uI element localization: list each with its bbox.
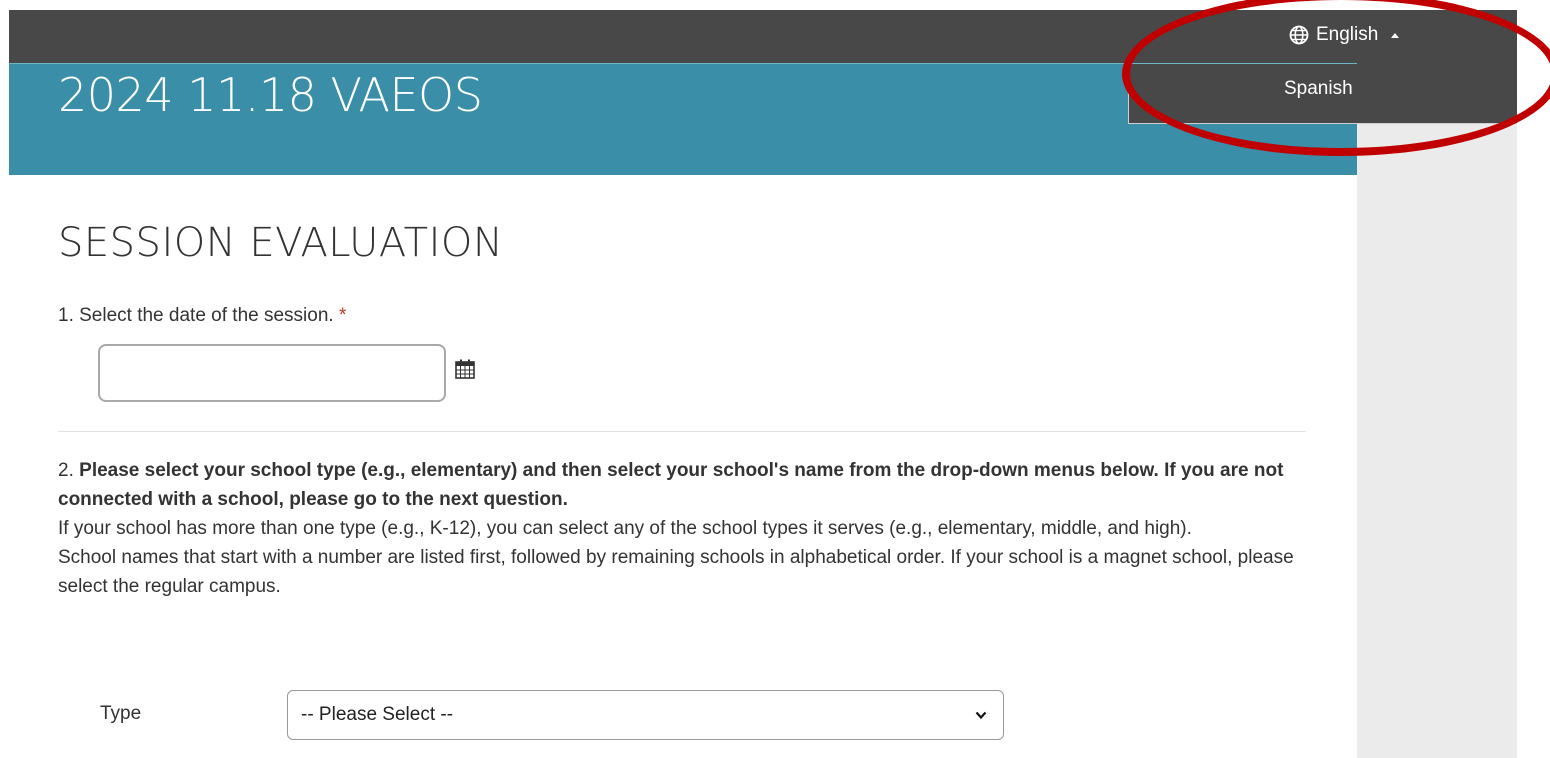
caret-up-icon [1391, 32, 1400, 38]
school-type-selected: -- Please Select -- [301, 704, 454, 725]
question-2: 2. Please select your school type (e.g.,… [58, 456, 1318, 601]
right-margin [1517, 0, 1550, 758]
question-2-prompt: 2. Please select your school type (e.g.,… [58, 456, 1318, 514]
language-toggle[interactable]: English [1289, 22, 1400, 48]
question-1-text: 1. Select the date of the session. [58, 305, 334, 326]
question-2-help-2: School names that start with a number ar… [58, 547, 1294, 597]
globe-icon [1289, 25, 1309, 45]
page-title: SESSION EVALUATION [58, 220, 504, 266]
school-type-select[interactable]: -- Please Select -- [287, 690, 1004, 740]
chevron-down-icon [975, 711, 987, 720]
section-divider [58, 431, 1306, 432]
question-2-text: Please select your school type (e.g., el… [58, 460, 1284, 510]
calendar-icon[interactable] [454, 358, 476, 380]
language-toggle-label: English [1316, 24, 1379, 45]
required-marker: * [338, 305, 347, 326]
site-title: 2024 11.18 VAEOS [58, 68, 483, 122]
school-type-label: Type [100, 703, 142, 724]
question-2-number: 2. [58, 460, 74, 481]
right-gutter [1357, 64, 1517, 758]
language-option-spanish[interactable]: Spanish [1284, 78, 1353, 100]
question-2-help-1: If your school has more than one type (e… [58, 518, 1192, 539]
session-date-input[interactable] [98, 344, 446, 402]
question-1-label: 1. Select the date of the session. * [58, 305, 346, 327]
left-margin [0, 0, 9, 758]
language-dropdown-menu: Spanish [1128, 64, 1517, 124]
